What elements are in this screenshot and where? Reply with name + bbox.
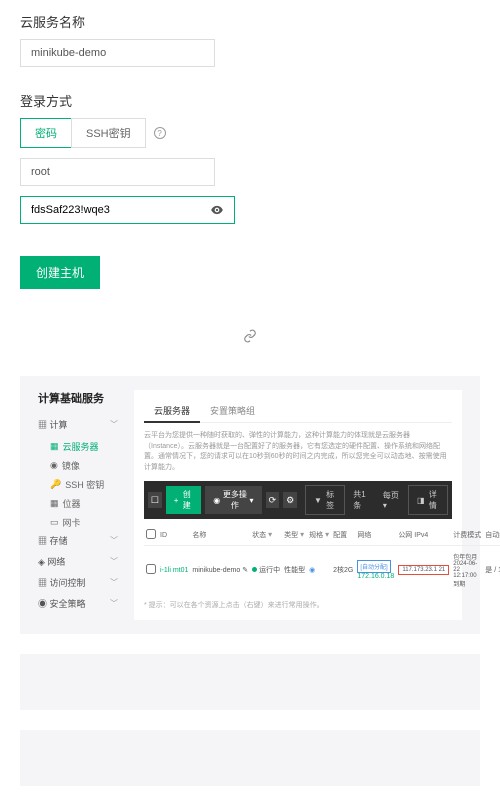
name-label: 云服务名称 — [20, 12, 480, 31]
detail-button[interactable]: ◨ 详情 — [408, 485, 448, 515]
sidebar: 计算基础服务 ▦ 计算﹀ ▦ 云服务器 ◉ 镜像 🔑 SSH 密钥 ▦ 位器 ▭… — [38, 390, 118, 620]
nav-image[interactable]: ◉ 镜像 — [38, 456, 118, 475]
th-ip[interactable]: 公网 IPv4 — [396, 525, 451, 546]
nav-nic[interactable]: ▭ 网卡 — [38, 513, 118, 532]
nav-disk[interactable]: ▦ 位器 — [38, 494, 118, 513]
th-spec[interactable]: 规格▾ — [307, 525, 331, 546]
placeholder-block — [20, 730, 480, 786]
sidebar-title: 计算基础服务 — [38, 390, 118, 406]
password-input[interactable] — [31, 204, 210, 216]
th-renew[interactable]: 自动续约 / 续费规则 — [483, 525, 500, 546]
tags-button[interactable]: ▼ 标签 — [305, 485, 345, 515]
help-icon[interactable]: ? — [154, 127, 166, 139]
tab-ssh[interactable]: SSH密钥 — [71, 118, 146, 148]
cell-type: 性能型 — [282, 546, 307, 595]
cell-ip: 117.173.23.1 21 — [396, 546, 451, 595]
nav-ssh[interactable]: 🔑 SSH 密钥 — [38, 475, 118, 494]
main-content: 云服务器 安置策略组 云平台为您提供一种随时获取的、弹性的计算能力，这种计算能力… — [134, 390, 462, 620]
th-name[interactable]: 名称 — [190, 525, 250, 546]
chevron-up-icon: ﹀ — [110, 419, 118, 430]
cell-billing: 包年包月 2024-06-22 12:17:00 到期 — [451, 546, 483, 595]
cell-id[interactable]: i-1li mt01 — [158, 546, 190, 595]
checkbox-all[interactable] — [146, 529, 156, 539]
eye-icon[interactable] — [210, 203, 224, 217]
password-input-wrap — [20, 196, 235, 224]
status-dot-icon — [252, 567, 257, 572]
chevron-down-icon: ﹀ — [110, 598, 118, 609]
create-host-button[interactable]: 创建主机 — [20, 256, 100, 289]
tab-recycle[interactable]: 安置策略组 — [200, 400, 265, 422]
chevron-down-icon: ﹀ — [110, 556, 118, 567]
page-info: 共1条 — [349, 489, 375, 511]
chevron-down-icon: ﹀ — [110, 577, 118, 588]
nav-network[interactable]: ◈ 网络﹀ — [38, 553, 118, 570]
settings-button[interactable]: ⚙ — [283, 492, 297, 508]
cell-region: 2核2G — [331, 546, 355, 595]
filter-icon[interactable]: ▾ — [325, 530, 329, 539]
cell-renew: 是 / 1个月 — [483, 546, 500, 595]
more-actions-button[interactable]: ◉ 更多操作 ▾ — [205, 486, 261, 514]
create-button[interactable]: + 创建 — [166, 486, 201, 514]
login-label: 登录方式 — [20, 91, 480, 110]
chevron-down-icon: ﹀ — [110, 535, 118, 546]
link-icon[interactable] — [0, 329, 500, 346]
placeholder-block — [20, 654, 480, 710]
user-input[interactable]: root — [20, 158, 215, 186]
cell-spec: ◉ — [307, 546, 331, 595]
name-input[interactable]: minikube-demo — [20, 39, 215, 67]
cell-name: minikube-demo ✎ — [190, 546, 250, 595]
th-billing[interactable]: 计费模式 — [451, 525, 483, 546]
th-id[interactable]: ID — [158, 525, 190, 546]
per-page[interactable]: 每页▾ — [379, 490, 404, 510]
nav-compute[interactable]: ▦ 计算﹀ — [38, 416, 118, 433]
th-type[interactable]: 类型▾ — [282, 525, 307, 546]
table-row[interactable]: i-1li mt01 minikube-demo ✎ 运行中 性能型 ◉ 2核2… — [144, 546, 500, 595]
row-checkbox[interactable] — [146, 564, 156, 574]
refresh-button[interactable]: ⟳ — [266, 492, 280, 508]
th-net[interactable]: 网络 — [355, 525, 396, 546]
footnote: * 提示：可以在各个资源上点击（右键）来进行常用操作。 — [144, 600, 452, 610]
th-status[interactable]: 状态▾ — [250, 525, 282, 546]
server-table: ID 名称 状态▾ 类型▾ 规格▾ 配置 网络 公网 IPv4 计费模式 自动续… — [144, 525, 500, 594]
filter-icon[interactable]: ▾ — [300, 530, 304, 539]
nav-cloud-server[interactable]: ▦ 云服务器 — [38, 437, 118, 456]
nav-policy[interactable]: ◉ 安全策略﹀ — [38, 595, 118, 612]
th-config[interactable]: 配置 — [331, 525, 355, 546]
cell-status: 运行中 — [250, 546, 282, 595]
console-panel: 计算基础服务 ▦ 计算﹀ ▦ 云服务器 ◉ 镜像 🔑 SSH 密钥 ▦ 位器 ▭… — [20, 376, 480, 634]
toolbar: ☐ + 创建 ◉ 更多操作 ▾ ⟳ ⚙ ▼ 标签 共1条 每页▾ ◨ 详情 — [144, 481, 452, 519]
tab-server-list[interactable]: 云服务器 — [144, 400, 200, 423]
checkbox-all-toolbar[interactable]: ☐ — [148, 492, 162, 508]
tab-password[interactable]: 密码 — [20, 118, 72, 148]
nav-storage[interactable]: ▦ 存储﹀ — [38, 532, 118, 549]
filter-icon[interactable]: ▾ — [268, 530, 272, 539]
cell-net: [自动分配]172.16.0.18 — [355, 546, 396, 595]
nav-access[interactable]: ▦ 访问控制﹀ — [38, 574, 118, 591]
description: 云平台为您提供一种随时获取的、弹性的计算能力，这种计算能力的体现就是云服务器（I… — [144, 431, 452, 473]
